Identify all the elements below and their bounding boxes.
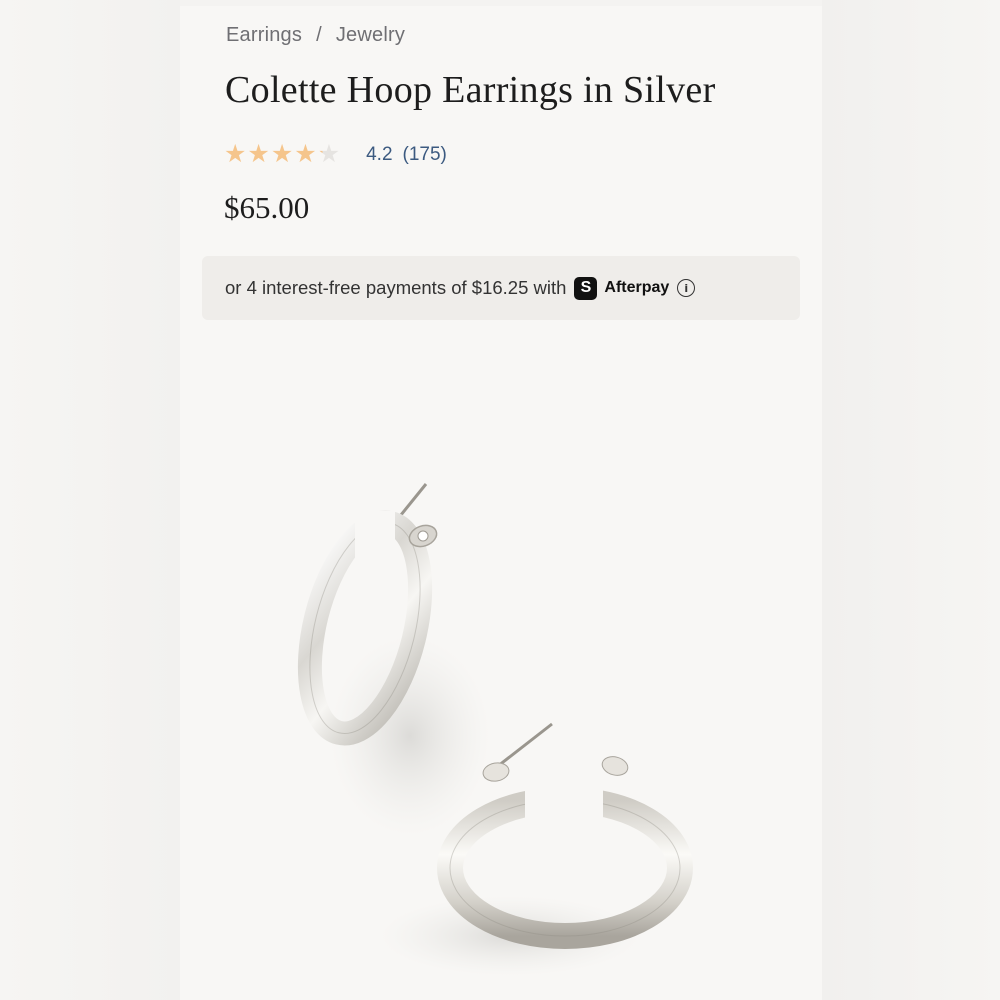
afterpay-text: or 4 interest-free payments of $16.25 wi… <box>225 277 567 298</box>
afterpay-banner: or 4 interest-free payments of $16.25 wi… <box>202 256 800 320</box>
star-rating: ★ ★ ★ ★ ★ <box>224 142 340 167</box>
product-page: Earrings / Jewelry Colette Hoop Earrings… <box>180 6 822 1000</box>
product-title: Colette Hoop Earrings in Silver <box>225 69 716 111</box>
star-icon: ★ <box>294 140 317 168</box>
star-icon: ★ <box>270 140 294 168</box>
afterpay-brand: Afterpay <box>604 279 670 296</box>
product-price: $65.00 <box>224 190 310 225</box>
breadcrumb-jewelry[interactable]: Jewelry <box>336 24 405 47</box>
product-rating[interactable]: ★ ★ ★ ★ ★ 4.2 (175) <box>224 142 447 167</box>
star-icon: ★ <box>247 140 270 168</box>
review-count-link[interactable]: (175) <box>403 144 447 166</box>
breadcrumb-earrings[interactable]: Earrings <box>226 24 302 47</box>
hoop-earrings-image <box>297 483 693 976</box>
star-partial-icon: ★ <box>317 140 341 168</box>
breadcrumb-separator: / <box>316 24 322 46</box>
info-icon[interactable]: i <box>677 279 696 297</box>
star-icon: ★ <box>224 140 247 168</box>
product-image[interactable] <box>180 336 822 1000</box>
background-right <box>822 0 1000 1000</box>
afterpay-logo-icon: S <box>574 276 598 300</box>
background-left <box>0 0 180 1000</box>
breadcrumb: Earrings / Jewelry <box>226 24 405 47</box>
rating-value[interactable]: 4.2 <box>366 144 392 166</box>
